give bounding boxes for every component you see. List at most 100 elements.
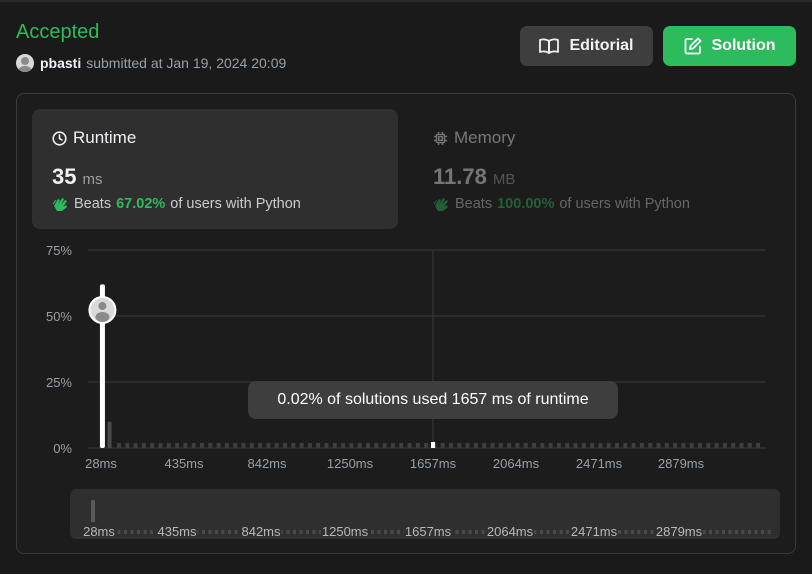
book-icon [539,38,560,54]
minimap-bar [384,530,387,534]
minimap-bar [286,530,290,534]
runtime-unit: ms [82,171,103,188]
bar [341,443,346,448]
minimap-bar [735,530,738,534]
runtime-beats-prefix: Beats [74,196,112,212]
minimap-bar [124,530,127,534]
bar [374,443,379,448]
memory-panel[interactable]: Memory 11.78 MB Beats 100.00% of users w… [413,109,779,229]
username-link[interactable]: pbasti [40,55,81,71]
y-tick-label: 25% [46,375,72,390]
bar [498,443,503,448]
bar [581,443,586,448]
bar [689,443,694,448]
bar [216,443,221,448]
submission-status: Accepted [16,21,100,43]
minimap-bar [462,530,465,534]
runtime-beats: Beats 67.02% of users with Python [52,196,301,212]
bar [731,443,736,448]
minimap-bar [546,530,550,534]
bar-hover [431,442,435,448]
minimap-bar [767,530,771,534]
memory-title-label: Memory [454,128,516,147]
top-divider [0,0,812,2]
minimap-bar [293,530,296,534]
minimap-bar [143,530,147,534]
bar [382,443,387,448]
minimap-bar [234,530,238,534]
bar [266,443,271,448]
minimap-bar [728,530,732,534]
runtime-panel[interactable]: Runtime 35 ms Beats 67.02% of users with… [32,109,398,229]
bar [615,443,619,448]
chip-icon [434,131,447,145]
bar [440,443,445,448]
runtime-beats-suffix: of users with Python [170,196,301,212]
minimap-bar [722,530,725,534]
bar [249,443,254,448]
bar [565,443,570,448]
minimap-bar [637,530,641,534]
bar [316,443,321,448]
bar [457,443,462,448]
bar [756,443,761,448]
runtime-title-label: Runtime [73,128,137,147]
bar [507,443,512,448]
avatar-body [95,312,110,322]
minimap-bar [709,530,712,534]
minimap-bar [631,530,634,534]
bar [258,443,263,448]
minimap-bar [390,530,394,534]
bar [681,443,686,448]
minimap-bar [137,530,140,534]
bar [548,443,553,448]
bar [407,443,412,448]
avatar[interactable] [16,54,34,72]
minimap-svg[interactable]: 28ms 435ms 842ms 1250ms 1657ms 2064ms 2471ms 28… [0,489,812,539]
bar [490,443,495,448]
bar [150,443,155,448]
minimap-bar [650,530,654,534]
bar [208,443,213,448]
bar [556,443,561,448]
runtime-value: 35 ms [52,164,102,190]
editorial-label: Editorial [569,37,634,54]
bar [482,443,487,448]
clap-icon [52,198,67,211]
runtime-distribution-chart[interactable]: 75% 50% 25% 0% 28ms 435ms 842ms 1250ms 1657ms 206… [0,240,812,480]
editorial-button[interactable]: Editorial [520,26,653,66]
bar [200,443,204,448]
bar [473,443,478,448]
x-tick-label: 1657ms [410,456,457,471]
avatar-head [98,302,107,310]
minimap-bar [150,530,153,534]
x-tick-label: 2471ms [576,456,623,471]
bar [747,443,752,448]
minimap-tick-label: 2879ms [656,524,703,539]
bar [107,421,112,448]
bar [673,443,678,448]
bar [722,443,727,448]
bar [532,443,536,448]
bar [698,443,702,448]
x-tick-label: 2879ms [658,456,705,471]
memory-value: 11.78 MB [433,164,515,190]
bar [366,443,370,448]
minimap-bar [377,530,381,534]
minimap-bar [299,530,303,534]
bar [706,443,711,448]
bar [283,443,287,448]
minimap-bar [228,530,231,534]
memory-beats-prefix: Beats [455,196,493,212]
bar [623,443,628,448]
bar [291,443,296,448]
chart-tooltip: 0.02% of solutions used 1657 ms of runti… [248,381,618,419]
minimap-bar [748,530,751,534]
bar [515,443,520,448]
solution-button[interactable]: Solution [663,26,796,66]
bar [166,443,171,448]
bar [424,443,429,448]
bar [274,443,279,448]
bar [739,443,744,448]
bar [573,443,578,448]
